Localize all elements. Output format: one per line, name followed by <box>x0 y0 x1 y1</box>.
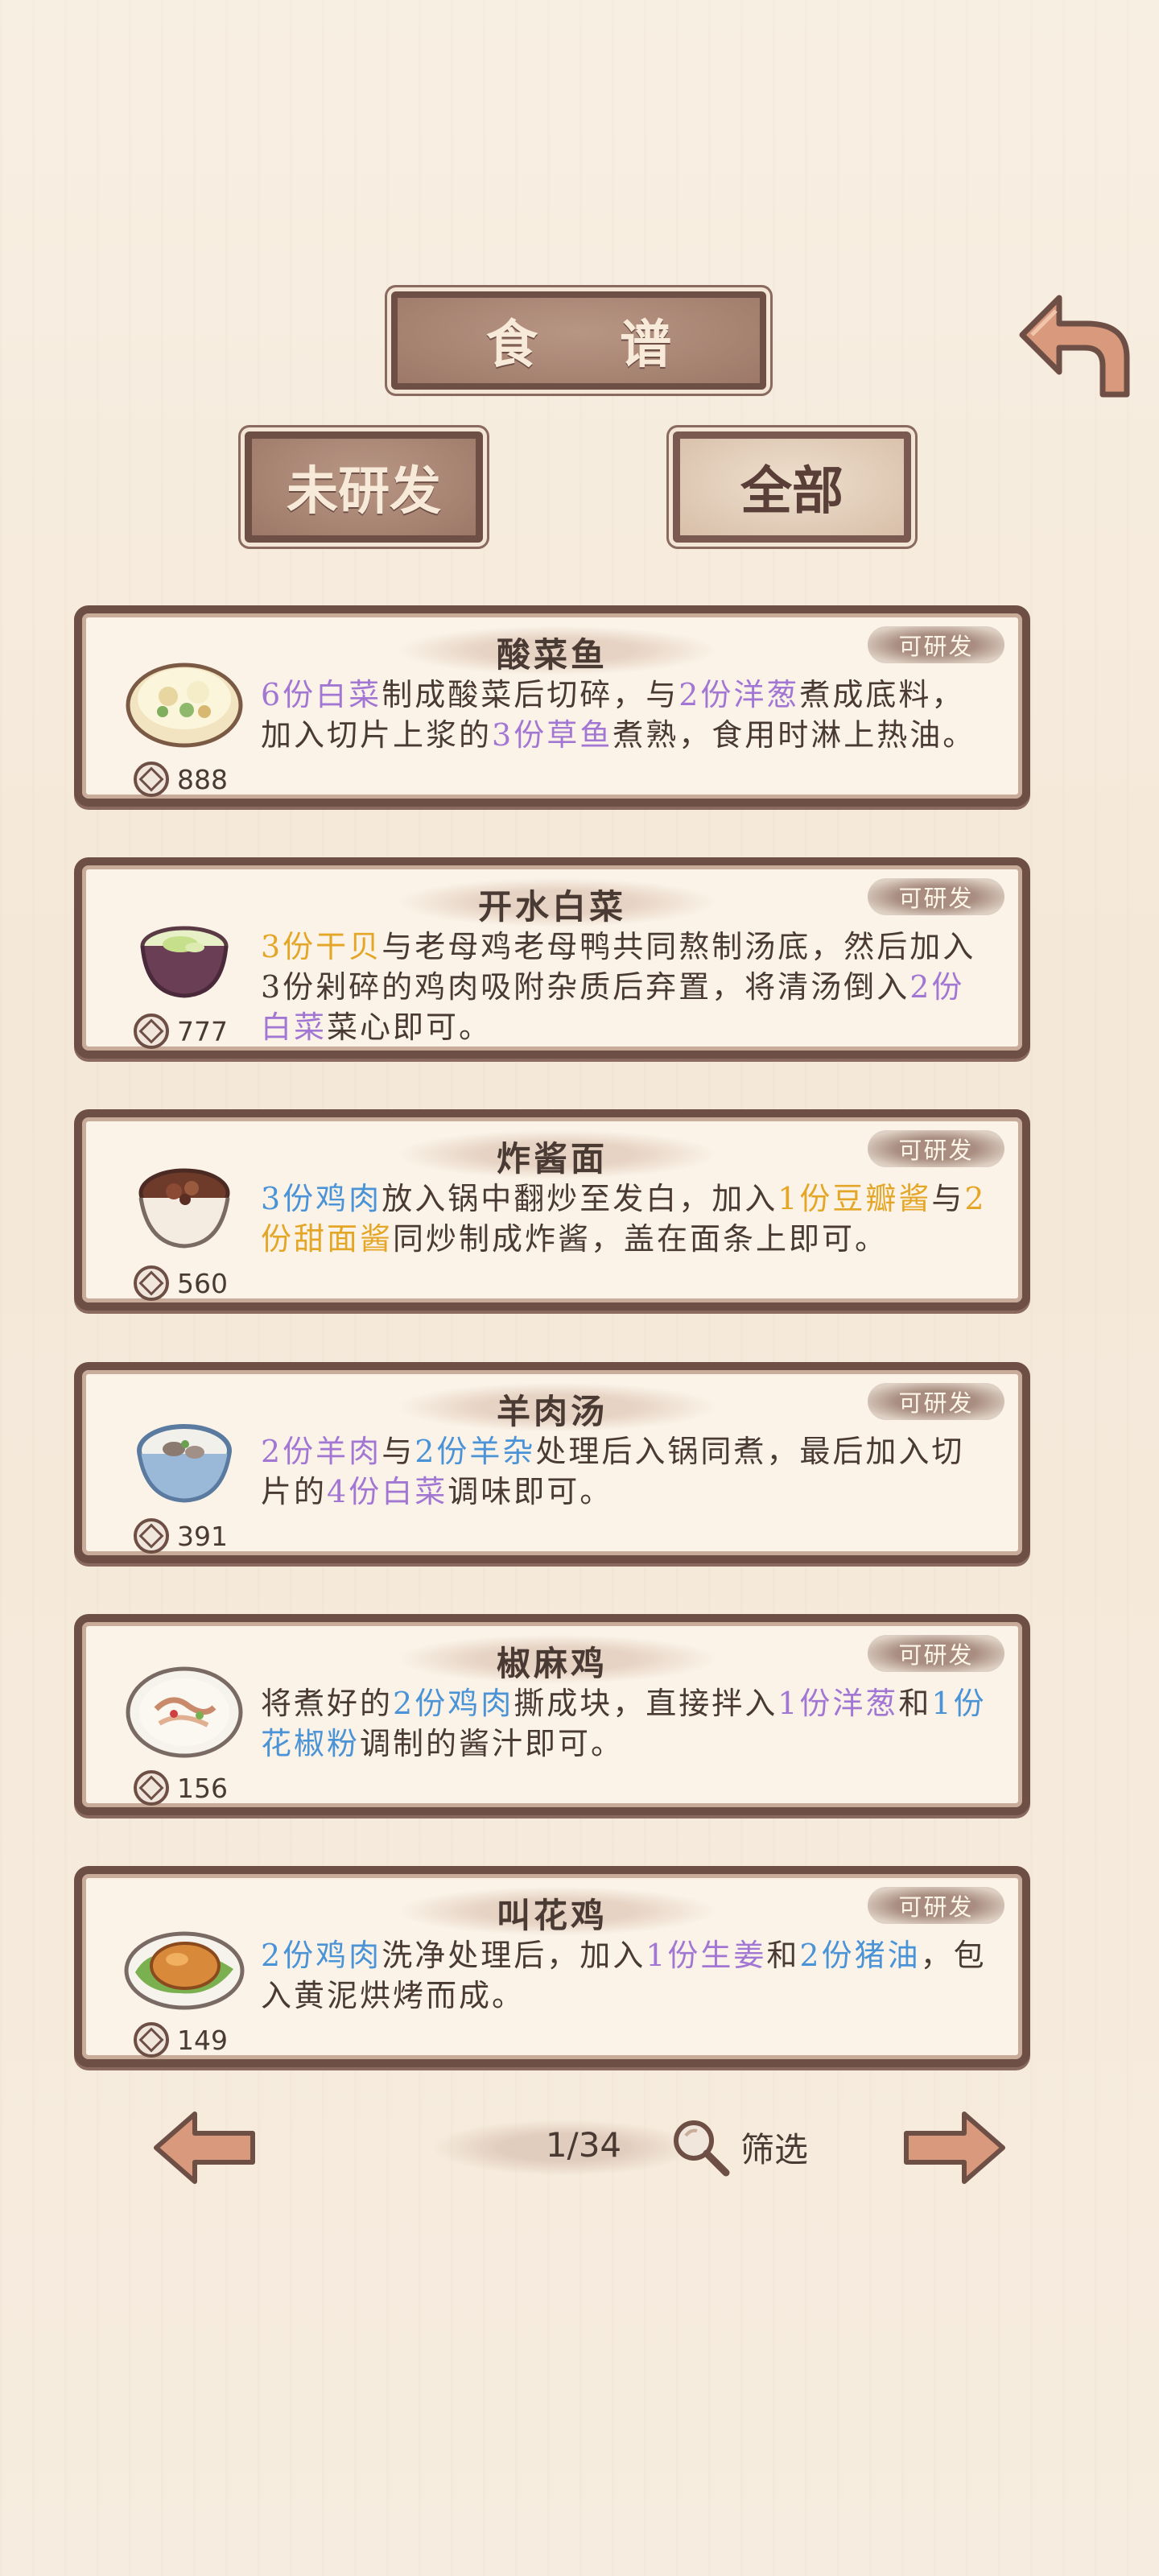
ingredient-highlight: 1份洋葱 <box>777 1686 899 1721</box>
ingredient-highlight: 1份生姜 <box>645 1938 767 1973</box>
recipe-description: 将煮好的2份鸡肉撕成块，直接拌入1份洋葱和1份花椒粉调制的酱汁即可。 <box>261 1683 987 1764</box>
page-title: 食 谱 <box>485 315 704 375</box>
ingredient-highlight: 2份羊肉 <box>261 1434 382 1469</box>
noodle-bowl-icon <box>138 1168 230 1249</box>
recipe-card[interactable]: 叫花鸡 可研发 149 2份鸡肉洗净处理后，加入1份生姜和2份猪油，包入黄泥烘烤而成。 <box>74 1866 1030 2067</box>
description-text: 放入锅中翻炒至发白，加入 <box>382 1181 778 1216</box>
ingredient-highlight: 4份白菜 <box>327 1474 448 1509</box>
description-text: 洗净处理后，加入 <box>382 1938 646 1973</box>
recipe-description: 2份羊肉与2份羊杂处理后入锅同煮，最后加入切片的4份白菜调味即可。 <box>261 1431 987 1512</box>
recipe-card[interactable]: 炸酱面 可研发 560 3份鸡肉放入锅中翻炒至发白，加入1份豆瓣酱与2份甜面酱同炒制成… <box>74 1109 1030 1311</box>
filter-label: 筛选 <box>740 2129 809 2169</box>
recipe-card[interactable]: 酸菜鱼 可研发 888 6份白菜制成酸菜后切碎，与2份洋葱煮成底料，加入切片上浆的3份… <box>74 605 1030 807</box>
ingredient-highlight: 2份羊杂 <box>415 1434 536 1469</box>
researchable-badge: 可研发 <box>868 626 1004 663</box>
recipe-description: 3份干贝与老母鸡老母鸭共同熬制汤底，然后加入3份剁碎的鸡肉吸附杂质后弃置，将清汤… <box>261 927 987 1047</box>
description-text: 调味即可。 <box>448 1474 613 1509</box>
recipe-cost: 156 <box>134 1769 228 1807</box>
tab-label: 全部 <box>740 461 843 522</box>
ingredient-highlight: 3份草鱼 <box>492 717 613 753</box>
ingredient-highlight: 2份猪油 <box>799 1938 921 1973</box>
back-arrow-icon[interactable] <box>1016 291 1136 398</box>
recipe-card[interactable]: 羊肉汤 可研发 391 2份羊肉与2份羊杂处理后入锅同煮，最后加入切片的4份白菜调味即… <box>74 1362 1030 1563</box>
description-text: 将煮好的 <box>261 1686 394 1721</box>
pepper-chicken-plate-icon <box>126 1666 243 1758</box>
recipe-card[interactable]: 椒麻鸡 可研发 156 将煮好的2份鸡肉撕成块，直接拌入1份洋葱和1份花椒粉调制的酱汁… <box>74 1614 1030 1815</box>
coin-icon <box>134 1518 169 1554</box>
cost-value: 777 <box>177 1015 228 1047</box>
recipe-cost: 888 <box>134 760 228 799</box>
researchable-badge: 可研发 <box>868 1130 1004 1167</box>
beggars-chicken-plate-icon <box>124 1931 245 2010</box>
description-text: 撕成块，直接拌入 <box>514 1686 778 1721</box>
description-text: 和 <box>898 1686 932 1721</box>
researchable-badge: 可研发 <box>868 1383 1004 1420</box>
researchable-badge: 可研发 <box>868 1887 1004 1924</box>
tab-all[interactable]: 全部 <box>673 431 911 543</box>
description-text: 制成酸菜后切碎，与 <box>382 677 679 712</box>
magnifier-icon <box>674 2120 730 2177</box>
recipe-title-plaque: 食 谱 <box>391 291 766 390</box>
ingredient-highlight: 2份鸡肉 <box>261 1938 382 1973</box>
tab-unresearched[interactable]: 未研发 <box>245 431 483 543</box>
ingredient-highlight: 1份豆瓣酱 <box>777 1181 932 1216</box>
coin-icon <box>134 762 169 797</box>
coin-icon <box>134 2022 169 2058</box>
description-text: 与 <box>382 1434 415 1469</box>
description-text: 同炒制成炸酱，盖在面条上即可。 <box>393 1221 889 1257</box>
coin-icon <box>134 1013 169 1049</box>
cost-value: 888 <box>177 763 228 795</box>
recipe-description: 6份白菜制成酸菜后切碎，与2份洋葱煮成底料，加入切片上浆的3份草鱼煮熟，食用时淋… <box>261 675 987 755</box>
ingredient-highlight: 2份鸡肉 <box>393 1686 514 1721</box>
recipe-description: 2份鸡肉洗净处理后，加入1份生姜和2份猪油，包入黄泥烘烤而成。 <box>261 1935 987 2016</box>
recipe-cost: 391 <box>134 1517 228 1555</box>
page-indicator: 1/34 <box>545 2125 622 2165</box>
cabbage-soup-bowl-icon <box>140 926 229 998</box>
left-arrow-icon[interactable] <box>151 2109 259 2186</box>
description-text: 和 <box>766 1938 800 1973</box>
ingredient-highlight: 3份干贝 <box>261 929 382 964</box>
sour-fish-pot-icon <box>126 663 243 748</box>
recipe-cost: 777 <box>134 1012 228 1051</box>
right-arrow-icon[interactable] <box>900 2109 1008 2186</box>
cost-value: 391 <box>177 1520 228 1552</box>
cost-value: 156 <box>177 1772 228 1804</box>
researchable-badge: 可研发 <box>868 1635 1004 1672</box>
tab-label: 未研发 <box>287 461 441 522</box>
description-text: 菜心即可。 <box>327 1009 493 1045</box>
cost-value: 560 <box>177 1267 228 1299</box>
researchable-badge: 可研发 <box>868 878 1004 915</box>
coin-icon <box>134 1265 169 1301</box>
filter-button[interactable]: 筛选 <box>668 2111 808 2183</box>
description-text: 煮熟，食用时淋上热油。 <box>612 717 976 753</box>
recipe-cost: 560 <box>134 1264 228 1302</box>
ingredient-highlight: 3份鸡肉 <box>261 1181 382 1216</box>
recipe-description: 3份鸡肉放入锅中翻炒至发白，加入1份豆瓣酱与2份甜面酱同炒制成炸酱，盖在面条上即… <box>261 1179 987 1259</box>
ingredient-highlight: 6份白菜 <box>261 677 382 712</box>
cost-value: 149 <box>177 2024 228 2056</box>
description-text: 与 <box>931 1181 965 1216</box>
recipe-card[interactable]: 开水白菜 可研发 777 3份干贝与老母鸡老母鸭共同熬制汤底，然后加入3份剁碎的鸡肉吸… <box>74 857 1030 1059</box>
ingredient-highlight: 2份洋葱 <box>678 677 800 712</box>
mutton-soup-bowl-icon <box>137 1424 232 1503</box>
description-text: 调制的酱汁即可。 <box>360 1726 625 1761</box>
recipe-cost: 149 <box>134 2021 228 2059</box>
coin-icon <box>134 1770 169 1806</box>
